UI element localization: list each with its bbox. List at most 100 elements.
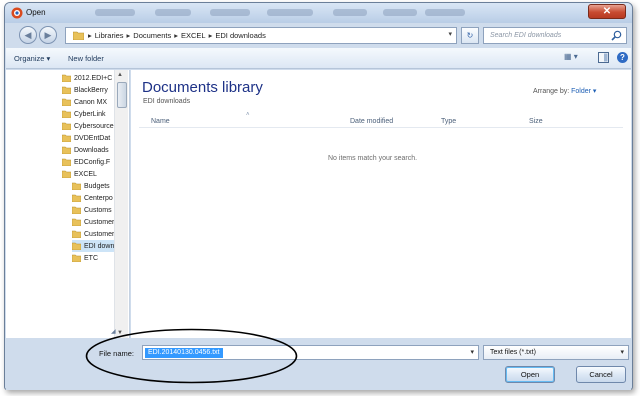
file-name-field[interactable]: EDI.20140130.0456.txt ▾: [142, 345, 479, 360]
tree-item-label: EXCEL: [74, 170, 97, 178]
tree-item[interactable]: Budgets: [72, 180, 110, 192]
title-bar[interactable]: Open ✕: [5, 3, 632, 23]
title-blur: [95, 9, 135, 16]
file-list-pane[interactable]: Documents library EDI downloads Arrange …: [131, 70, 631, 338]
folder-icon: [72, 218, 81, 226]
folder-icon: [62, 86, 71, 94]
folder-icon: [62, 110, 71, 118]
organize-button[interactable]: Organize ▾: [14, 54, 50, 63]
column-header-type[interactable]: Type: [441, 118, 456, 125]
scroll-down-icon[interactable]: ▼: [117, 330, 123, 336]
open-dialog: Open ✕ ◀ ▶ ▸ Libraries ▸ Documents ▸ EXC…: [4, 2, 633, 390]
tree-item-label: Canon MX: [74, 98, 108, 106]
tree-item[interactable]: Cybersource: [62, 120, 114, 132]
folder-icon: [62, 122, 71, 130]
breadcrumb-item[interactable]: EDI downloads: [215, 31, 265, 40]
open-button[interactable]: Open: [505, 366, 555, 383]
window-title: Open: [26, 8, 46, 17]
folder-icon: [62, 146, 71, 154]
tree-item[interactable]: Customer: [72, 216, 114, 228]
close-button[interactable]: ✕: [588, 4, 626, 19]
column-header-name[interactable]: Name: [151, 118, 170, 125]
tree-item-label: Customer: [84, 230, 115, 238]
tree-item[interactable]: Canon MX: [62, 96, 107, 108]
address-bar[interactable]: ▸ Libraries ▸ Documents ▸ EXCEL ▸ EDI do…: [65, 27, 457, 44]
folder-icon: [72, 206, 81, 214]
back-button[interactable]: ◀: [19, 26, 37, 44]
chevron-right-icon: ▸: [174, 31, 178, 40]
tree-item-label: Budgets: [84, 182, 110, 190]
tree-item-label: Cybersource: [74, 122, 114, 130]
file-name-label: File name:: [99, 349, 135, 358]
tree-item[interactable]: Customs: [72, 204, 112, 216]
chevron-down-icon[interactable]: ▾: [470, 348, 474, 356]
chevron-right-icon: ▸: [126, 31, 131, 40]
folder-icon: [72, 230, 81, 238]
new-folder-button[interactable]: New folder: [68, 54, 104, 63]
tree-item[interactable]: Customer: [72, 228, 114, 240]
search-placeholder: Search EDI downloads: [490, 32, 562, 39]
tree-item-label: Customs: [84, 206, 112, 214]
folder-icon: [72, 194, 81, 202]
title-blur: [383, 9, 417, 16]
app-icon: [11, 7, 23, 19]
tree-item-label: BlackBerry: [74, 86, 108, 94]
folder-icon: [73, 31, 84, 40]
chevron-right-icon: ▸: [88, 31, 92, 40]
tree-item[interactable]: BlackBerry: [62, 84, 108, 96]
breadcrumb-item[interactable]: Libraries: [95, 31, 124, 40]
search-input[interactable]: Search EDI downloads: [483, 27, 627, 44]
column-header-size[interactable]: Size: [529, 118, 543, 125]
chevron-down-icon[interactable]: ▾: [620, 348, 624, 356]
cancel-button[interactable]: Cancel: [576, 366, 626, 383]
column-header-date[interactable]: Date modified: [350, 118, 393, 125]
arrange-value[interactable]: Folder ▾: [571, 88, 596, 95]
tree-item-label: DVDEntDat: [74, 134, 111, 142]
arrange-by[interactable]: Arrange by: Folder ▾: [533, 87, 596, 95]
refresh-button[interactable]: ↻: [461, 27, 479, 44]
preview-pane-icon[interactable]: [598, 52, 609, 63]
tree-item[interactable]: EDConfig.F: [62, 156, 110, 168]
tree-item[interactable]: Centerpo: [72, 192, 113, 204]
arrange-label: Arrange by:: [533, 88, 570, 95]
tree-item[interactable]: EXCEL: [62, 168, 97, 180]
change-view-icon[interactable]: ▦ ▾: [564, 52, 586, 64]
tree-item[interactable]: ETC: [72, 252, 98, 264]
chevron-right-icon: ▸: [208, 31, 213, 40]
file-type-select[interactable]: Text files (*.txt) ▾: [483, 345, 629, 360]
file-name-value[interactable]: EDI.20140130.0456.txt: [145, 348, 223, 358]
tree-item-label: CyberLink: [74, 110, 106, 118]
scroll-thumb[interactable]: [117, 82, 127, 108]
folder-icon: [72, 254, 81, 262]
tree-item[interactable]: DVDEntDat: [62, 132, 110, 144]
folder-icon: [62, 98, 71, 106]
scroll-up-icon[interactable]: ▲: [117, 72, 123, 78]
title-blur: [267, 9, 313, 16]
command-bar: Organize ▾ New folder ▦ ▾ ?: [6, 48, 631, 69]
tree-item[interactable]: 2012.EDI+C: [62, 72, 112, 84]
search-icon: [611, 30, 622, 41]
forward-button[interactable]: ▶: [39, 26, 57, 44]
tree-item[interactable]: CyberLink: [62, 108, 106, 120]
help-icon[interactable]: ?: [617, 52, 628, 63]
file-type-value: Text files (*.txt): [490, 349, 536, 356]
address-row: ◀ ▶ ▸ Libraries ▸ Documents ▸ EXCEL ▸ ED…: [5, 24, 632, 47]
breadcrumb-item[interactable]: Documents: [133, 31, 171, 40]
nav-scrollbar[interactable]: ▲ ▼: [114, 70, 128, 338]
sort-indicator-icon: ˄: [246, 112, 250, 118]
title-blur: [333, 9, 367, 16]
navigation-pane: 2012.EDI+C BlackBerry Canon MX CyberLink…: [6, 70, 130, 338]
tree-item-label: Customer: [84, 218, 115, 226]
header-divider: [139, 127, 623, 128]
chevron-down-icon[interactable]: ▾: [448, 30, 452, 38]
tree-item-label: Downloads: [74, 146, 109, 154]
tree-item[interactable]: Downloads: [62, 144, 109, 156]
title-blur: [425, 9, 465, 16]
breadcrumb: ▸ Libraries ▸ Documents ▸ EXCEL ▸ EDI do…: [88, 31, 266, 40]
pane-resize-icon[interactable]: ◢: [111, 328, 116, 335]
title-blur: [210, 9, 250, 16]
tree-item-selected[interactable]: EDI downl: [72, 240, 116, 252]
tree-item-label: Centerpo: [84, 194, 113, 202]
breadcrumb-item[interactable]: EXCEL: [181, 31, 206, 40]
tree-item-label: EDConfig.F: [74, 158, 111, 166]
